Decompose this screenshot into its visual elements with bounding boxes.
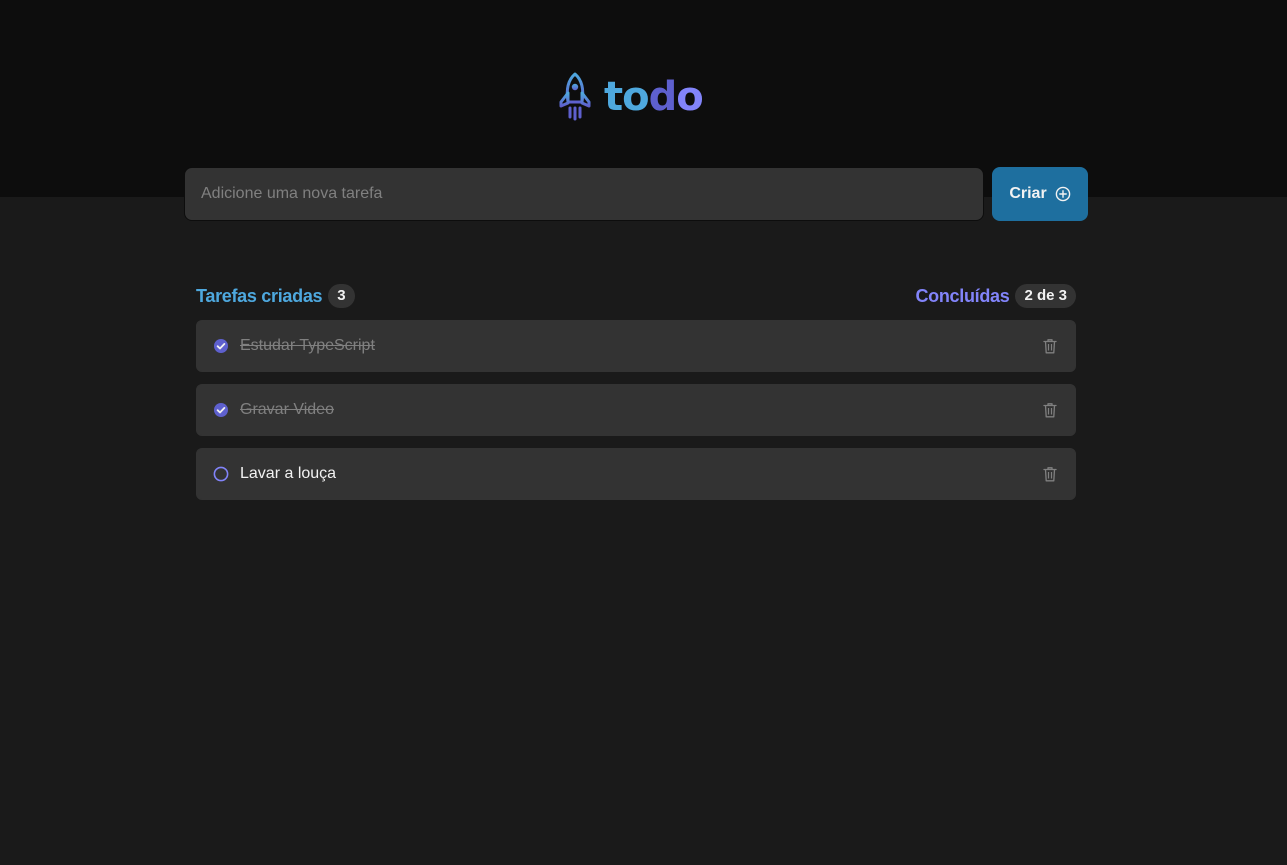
done-label: Concluídas	[915, 285, 1010, 306]
create-button-label: Criar	[1009, 185, 1047, 202]
checked-circle-icon[interactable]	[213, 402, 229, 418]
plus-circle-icon	[1055, 186, 1070, 202]
task-text: Estudar TypeScript	[240, 337, 375, 354]
create-button[interactable]: Criar	[992, 167, 1088, 221]
done-count-badge: 2 de 3	[1015, 284, 1076, 308]
logo-text-part: to	[604, 74, 650, 120]
new-task-input[interactable]	[184, 167, 984, 221]
new-task-form: Criar	[184, 167, 1088, 221]
task-counters: Tarefas criadas 3 Concluídas 2 de 3	[196, 284, 1076, 308]
created-count-badge: 3	[328, 284, 355, 308]
trash-icon[interactable]	[1038, 398, 1062, 422]
checked-circle-icon[interactable]	[213, 338, 229, 354]
created-label: Tarefas criadas	[196, 285, 323, 306]
task-item: Estudar TypeScript	[196, 320, 1076, 372]
task-text: Gravar Video	[240, 401, 334, 418]
trash-icon[interactable]	[1038, 334, 1062, 358]
task-item: Gravar Video	[196, 384, 1076, 436]
trash-icon[interactable]	[1038, 462, 1062, 486]
task-text: Lavar a louça	[240, 465, 337, 482]
done-counter: Concluídas 2 de 3	[915, 284, 1076, 308]
created-counter: Tarefas criadas 3	[196, 284, 355, 308]
rocket-icon	[559, 72, 591, 121]
task-item: Lavar a louça	[196, 448, 1076, 500]
unchecked-circle-icon[interactable]	[213, 466, 229, 482]
logo: to d o	[558, 72, 704, 122]
logo-text: to d o	[604, 74, 704, 120]
logo-text-part: d	[648, 74, 678, 120]
logo-text-part: o	[676, 74, 704, 120]
task-list: Estudar TypeScript Gravar Video Lavar a …	[196, 320, 1076, 500]
